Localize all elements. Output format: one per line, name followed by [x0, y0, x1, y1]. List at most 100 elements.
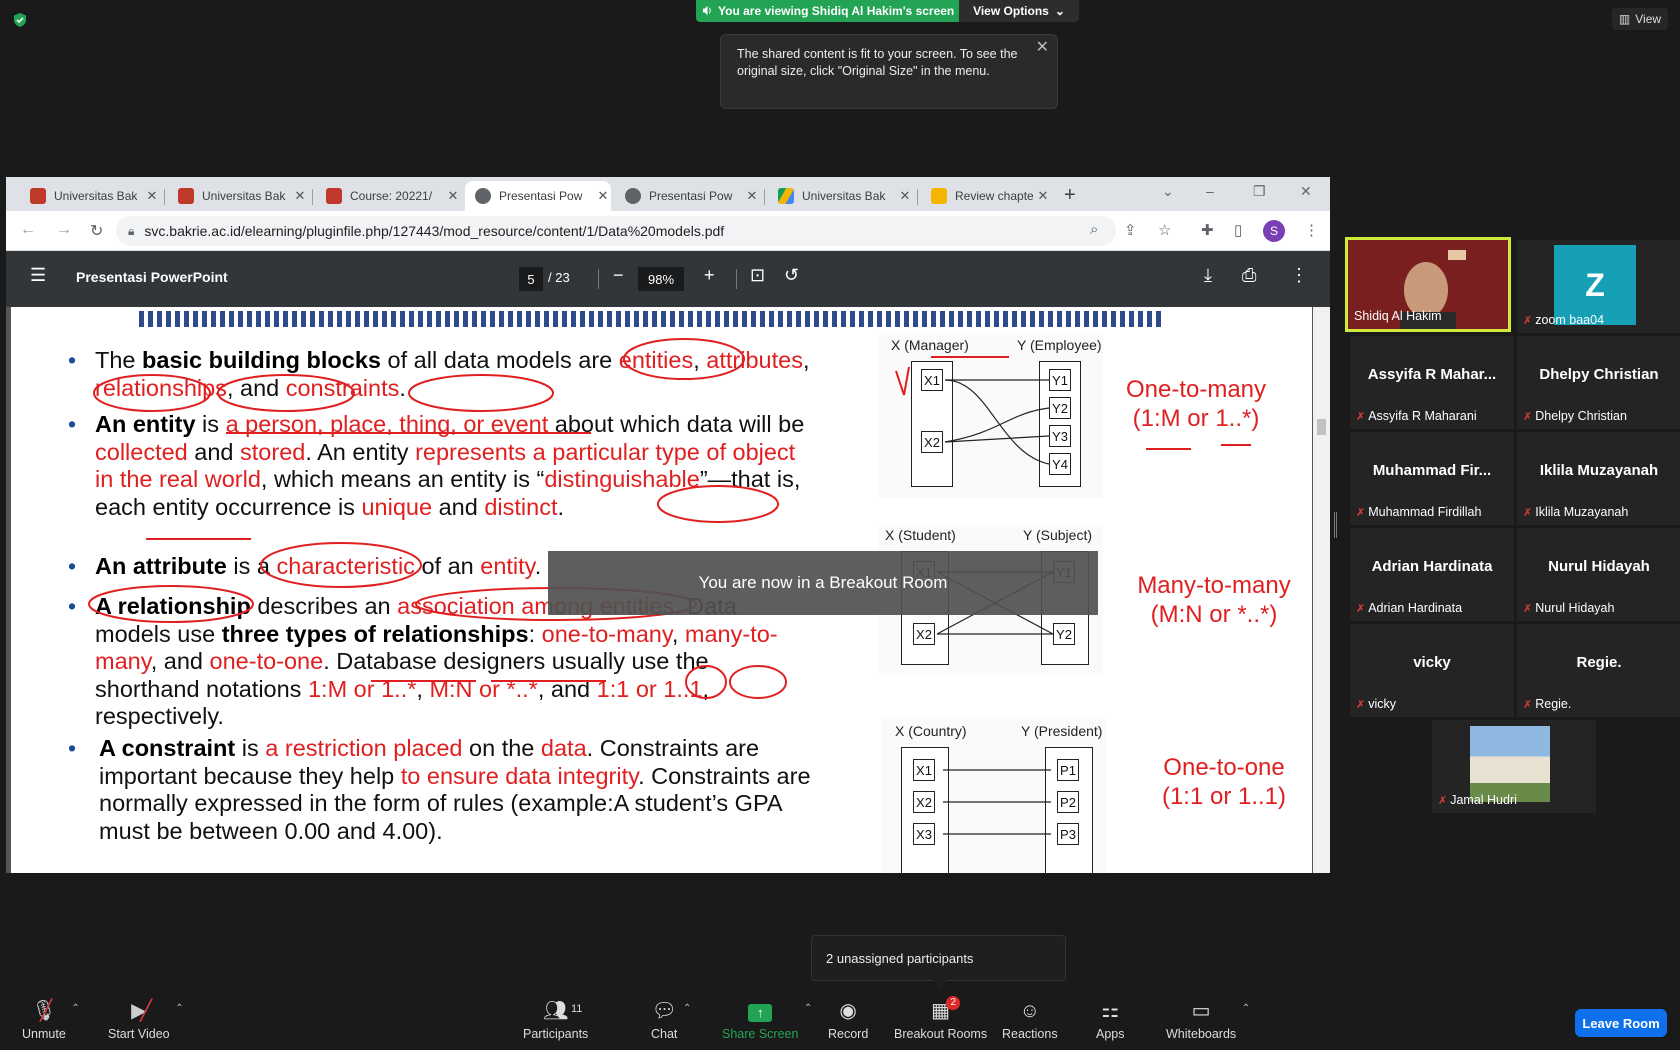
- video-tile[interactable]: Nurul Hidayah ✗ Nurul Hidayah: [1517, 528, 1680, 621]
- hamburger-menu-icon[interactable]: ☰: [30, 265, 46, 286]
- download-icon[interactable]: ⤓: [1204, 265, 1212, 286]
- extensions-icon[interactable]: ✚: [1201, 221, 1214, 239]
- muted-mic-icon: ✗: [1523, 314, 1533, 327]
- screen-share-banner: You are viewing Shidiq Al Hakim's screen: [696, 0, 959, 22]
- url-field[interactable]: 🔒︎ svc.bakrie.ac.id/elearning/pluginfile.…: [116, 216, 1116, 246]
- close-tab-icon[interactable]: ✕: [445, 188, 461, 204]
- start-video-button[interactable]: ▶︎ ╱ Start Video ⌃: [108, 1000, 184, 1050]
- video-tile[interactable]: Z ✗ zoom baa04: [1517, 240, 1680, 333]
- whiteboard-icon: ▭: [1191, 1000, 1211, 1022]
- reactions-icon: ☺︎: [1019, 1000, 1040, 1022]
- tab-title: Course: 20221/: [350, 189, 433, 203]
- leave-room-label: Leave Room: [1582, 1015, 1660, 1031]
- video-tile[interactable]: Dhelpy Christian ✗ Dhelpy Christian: [1517, 336, 1680, 429]
- panel-resize-handle[interactable]: [1334, 512, 1337, 538]
- tab-title: Presentasi Pow: [499, 189, 583, 203]
- participant-name: Iklila Muzayanah: [1535, 505, 1629, 519]
- close-icon[interactable]: ✕: [1036, 40, 1049, 56]
- fit-page-icon[interactable]: ⊡: [750, 265, 765, 286]
- muted-mic-icon: ✗: [1356, 410, 1366, 423]
- video-tile[interactable]: Regie. ✗ Regie.: [1517, 624, 1680, 717]
- muted-mic-icon: ✗: [1523, 506, 1533, 519]
- zoom-level-input[interactable]: 98%: [638, 267, 684, 291]
- whiteboards-button[interactable]: ▭ Whiteboards ⌃: [1166, 1000, 1250, 1050]
- zoom-level: 98%: [647, 271, 675, 287]
- page-number-input[interactable]: 5: [519, 267, 543, 291]
- video-tile[interactable]: Muhammad Fir... ✗ Muhammad Firdillah: [1350, 432, 1514, 525]
- video-tile[interactable]: Assyifa R Mahar... ✗ Assyifa R Maharani: [1350, 336, 1514, 429]
- forward-icon[interactable]: →: [56, 221, 72, 239]
- browser-tab[interactable]: Course: 20221/ ✕: [316, 181, 461, 211]
- new-tab-icon[interactable]: +: [1064, 184, 1076, 207]
- security-shield-icon[interactable]: [12, 12, 28, 28]
- rotate-icon[interactable]: ↺: [784, 265, 799, 286]
- unassigned-participants-popup[interactable]: 2 unassigned participants: [811, 935, 1066, 988]
- zoom-in-icon[interactable]: +: [704, 265, 715, 286]
- more-options-icon[interactable]: ⋮: [1290, 265, 1308, 286]
- view-options-button[interactable]: View Options ⌄: [959, 0, 1079, 22]
- video-tile-active-speaker[interactable]: Shidiq Al Hakim: [1345, 237, 1511, 332]
- participant-name-tag: ✗ zoom baa04: [1517, 311, 1610, 329]
- minimize-icon[interactable]: –: [1206, 183, 1214, 199]
- unmute-button[interactable]: 🎙︎ ╱ Unmute ⌃: [22, 1000, 80, 1050]
- apps-button[interactable]: ⚏ Apps: [1096, 1000, 1125, 1050]
- participant-display-name: Adrian Hardinata: [1371, 558, 1493, 575]
- browser-tab[interactable]: Review chapte ✕: [921, 181, 1051, 211]
- close-tab-icon[interactable]: ✕: [292, 188, 308, 204]
- avatar-initial: Z: [1585, 266, 1605, 303]
- profile-avatar[interactable]: S: [1263, 220, 1285, 242]
- close-tab-icon[interactable]: ✕: [1035, 188, 1051, 204]
- university-favicon-icon: [178, 188, 194, 204]
- chevron-up-icon[interactable]: ⌃: [175, 1003, 183, 1014]
- leave-room-button[interactable]: Leave Room: [1575, 1009, 1667, 1037]
- view-button[interactable]: ▥ View: [1612, 8, 1668, 30]
- screen-share-banner-text: You are viewing Shidiq Al Hakim's screen: [718, 4, 955, 18]
- video-tile[interactable]: Adrian Hardinata ✗ Adrian Hardinata: [1350, 528, 1514, 621]
- bookmark-star-icon[interactable]: ☆: [1158, 221, 1171, 239]
- chevron-up-icon[interactable]: ⌃: [683, 1003, 691, 1014]
- share-screen-button[interactable]: ↑ Share Screen ⌃: [722, 1000, 812, 1050]
- close-window-icon[interactable]: ✕: [1300, 183, 1312, 200]
- chevron-up-icon[interactable]: ⌃: [1242, 1003, 1250, 1014]
- chevron-up-icon[interactable]: ⌃: [71, 1003, 79, 1014]
- hand-favicon-icon: [931, 188, 947, 204]
- side-panel-icon[interactable]: ▯: [1234, 221, 1242, 239]
- video-tile[interactable]: Iklila Muzayanah ✗ Iklila Muzayanah: [1517, 432, 1680, 525]
- browser-tab[interactable]: Universitas Bak ✕: [20, 181, 160, 211]
- browser-tab-active[interactable]: Presentasi Pow ✕: [465, 181, 611, 211]
- video-tile[interactable]: ✗ Jamal Hudri: [1432, 720, 1596, 813]
- close-tab-icon[interactable]: ✕: [144, 188, 160, 204]
- zoom-search-icon[interactable]: ⌕: [1090, 221, 1098, 238]
- browser-tab[interactable]: Universitas Bak ✕: [768, 181, 913, 211]
- muted-mic-icon: ✗: [1438, 794, 1448, 807]
- chat-button[interactable]: 💬︎ Chat ⌃: [651, 1000, 691, 1050]
- participants-button[interactable]: 👥︎ 11 Participants: [523, 1000, 588, 1050]
- video-tile[interactable]: vicky ✗ vicky: [1350, 624, 1514, 717]
- record-button[interactable]: ◉ Record: [828, 1000, 868, 1050]
- share-icon[interactable]: ⇪: [1124, 221, 1137, 239]
- browser-tab[interactable]: Presentasi Pow ✕: [615, 181, 760, 211]
- print-icon[interactable]: ⎙: [1242, 265, 1256, 286]
- more-menu-icon[interactable]: ⋮: [1304, 221, 1319, 239]
- pdf-scrollbar[interactable]: [1313, 307, 1330, 873]
- pdf-scrollbar-thumb[interactable]: [1317, 419, 1326, 435]
- close-tab-icon[interactable]: ✕: [595, 188, 611, 204]
- shared-browser-window: Universitas Bak ✕ Universitas Bak ✕ Course…: [6, 177, 1330, 873]
- restore-icon[interactable]: ❐: [1253, 183, 1266, 200]
- chevron-down-icon: ⌄: [1054, 4, 1065, 18]
- tab-title: Universitas Bak: [202, 189, 286, 203]
- google-drive-icon: [778, 188, 794, 204]
- breakout-rooms-button[interactable]: ▦ 2 Breakout Rooms: [894, 996, 987, 1050]
- zoom-out-icon[interactable]: −: [613, 265, 624, 286]
- back-icon[interactable]: ←: [20, 221, 36, 239]
- university-favicon-icon: [326, 188, 342, 204]
- close-tab-icon[interactable]: ✕: [744, 188, 760, 204]
- close-tab-icon[interactable]: ✕: [897, 188, 913, 204]
- address-bar-row: ← → ↻ 🔒︎ svc.bakrie.ac.id/elearning/plugi…: [6, 211, 1330, 251]
- chat-label: Chat: [651, 1027, 678, 1041]
- reactions-button[interactable]: ☺︎ Reactions: [1002, 1000, 1058, 1050]
- reload-icon[interactable]: ↻: [90, 221, 103, 241]
- chevron-up-icon[interactable]: ⌃: [804, 1003, 812, 1014]
- browser-tab[interactable]: Universitas Bak ✕: [168, 181, 308, 211]
- tab-search-icon[interactable]: ⌄: [1162, 183, 1174, 200]
